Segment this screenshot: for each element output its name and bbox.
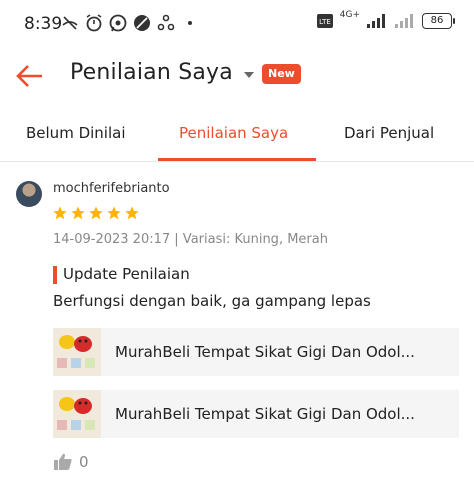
review-tabs: Belum Dinilai Penilaian Saya Dari Penjua… bbox=[0, 112, 474, 162]
back-arrow-icon[interactable] bbox=[14, 60, 46, 92]
product-name: MurahBeli Tempat Sikat Gigi Dan Odol... bbox=[115, 405, 415, 423]
new-badge: New bbox=[262, 64, 301, 84]
star-rating bbox=[52, 205, 140, 221]
dot-icon bbox=[188, 21, 192, 25]
product-name: MurahBeli Tempat Sikat Gigi Dan Odol... bbox=[115, 343, 415, 361]
battery-icon: 86 bbox=[422, 13, 455, 29]
product-thumbnail bbox=[53, 328, 101, 376]
status-bar: 8:39 LTE 4G+ 86 bbox=[0, 0, 474, 48]
missed-call-icon bbox=[62, 16, 78, 30]
volte-icon: LTE bbox=[316, 14, 333, 28]
star-icon bbox=[53, 206, 67, 220]
app-icon bbox=[134, 15, 150, 31]
tab-penilaian-saya[interactable]: Penilaian Saya bbox=[179, 124, 288, 142]
star-icon bbox=[89, 206, 103, 220]
whatsapp-icon bbox=[109, 14, 127, 32]
star-icon bbox=[71, 206, 85, 220]
alarm-icon bbox=[86, 14, 102, 32]
signal-icon bbox=[367, 14, 385, 28]
review-meta: 14-09-2023 20:17 | Variasi: Kuning, Mera… bbox=[53, 232, 328, 247]
network-type: 4G+ bbox=[339, 10, 360, 20]
product-item[interactable]: MurahBeli Tempat Sikat Gigi Dan Odol... bbox=[53, 390, 459, 438]
avatar[interactable] bbox=[16, 181, 42, 207]
like-count: 0 bbox=[79, 453, 89, 471]
signal-2-icon bbox=[395, 14, 413, 28]
thumbs-up-icon[interactable] bbox=[53, 452, 73, 472]
svg-text:LTE: LTE bbox=[319, 18, 331, 26]
star-icon bbox=[125, 206, 139, 220]
review-variant: | Variasi: Kuning, Merah bbox=[174, 232, 328, 247]
dropdown-caret-icon[interactable] bbox=[244, 72, 254, 78]
product-item[interactable]: MurahBeli Tempat Sikat Gigi Dan Odol... bbox=[53, 328, 459, 376]
status-right: LTE 4G+ 86 bbox=[316, 10, 455, 29]
review-text: Berfungsi dengan baik, ga gampang lepas bbox=[53, 292, 371, 310]
update-label: Update Penilaian bbox=[63, 265, 190, 283]
product-thumbnail bbox=[53, 390, 101, 438]
update-indicator bbox=[53, 266, 57, 284]
tab-belum-dinilai[interactable]: Belum Dinilai bbox=[26, 124, 126, 142]
active-tab-indicator bbox=[158, 158, 316, 161]
share-icon bbox=[157, 14, 175, 31]
status-icons bbox=[60, 13, 200, 33]
app-header: Penilaian Saya New bbox=[0, 48, 474, 104]
star-icon bbox=[107, 206, 121, 220]
like-button[interactable]: 0 bbox=[53, 452, 89, 472]
status-time: 8:39 bbox=[24, 14, 63, 34]
username: mochferifebrianto bbox=[53, 181, 170, 196]
tab-dari-penjual[interactable]: Dari Penjual bbox=[344, 124, 434, 142]
review-date: 14-09-2023 20:17 bbox=[53, 232, 171, 247]
page-title: Penilaian Saya bbox=[70, 60, 233, 85]
